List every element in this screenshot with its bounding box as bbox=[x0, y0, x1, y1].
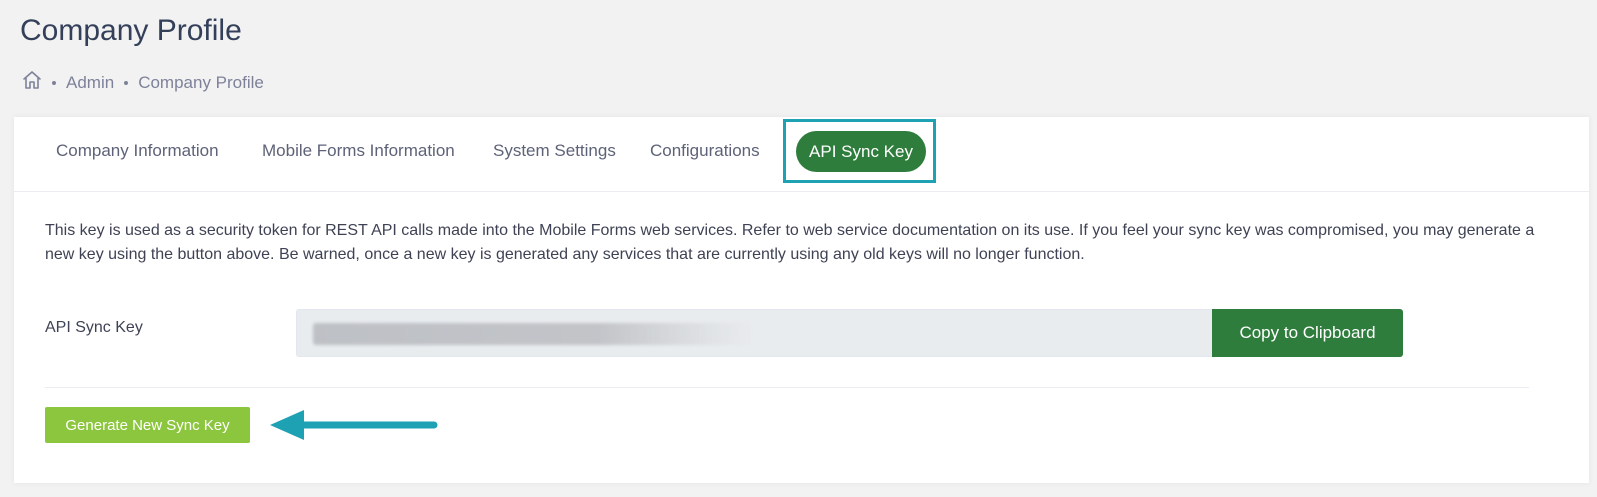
api-sync-key-label: API Sync Key bbox=[45, 319, 143, 336]
breadcrumb-company-profile: Company Profile bbox=[138, 72, 264, 92]
breadcrumb-separator bbox=[124, 80, 129, 85]
page-title: Company Profile bbox=[20, 14, 242, 47]
divider bbox=[45, 387, 1529, 388]
home-icon[interactable] bbox=[22, 70, 42, 95]
tab-company-information[interactable]: Company Information bbox=[56, 141, 219, 161]
tab-configurations[interactable]: Configurations bbox=[650, 141, 760, 161]
tab-system-settings[interactable]: System Settings bbox=[493, 141, 616, 161]
copy-to-clipboard-button[interactable]: Copy to Clipboard bbox=[1212, 309, 1403, 357]
api-key-description: This key is used as a security token for… bbox=[45, 222, 1535, 263]
tab-mobile-forms-information[interactable]: Mobile Forms Information bbox=[262, 141, 455, 161]
tab-api-sync-key[interactable]: API Sync Key bbox=[796, 131, 926, 172]
redacted-key-value bbox=[313, 323, 753, 345]
breadcrumb-separator bbox=[52, 80, 56, 85]
breadcrumb-admin[interactable]: Admin bbox=[66, 73, 114, 93]
breadcrumb: Admin Company Profile bbox=[22, 70, 264, 95]
arrow-left-icon bbox=[270, 410, 438, 440]
generate-new-sync-key-button[interactable]: Generate New Sync Key bbox=[45, 407, 250, 443]
profile-card: Company Information Mobile Forms Informa… bbox=[14, 117, 1589, 483]
api-sync-key-input[interactable] bbox=[296, 309, 1214, 357]
tab-bar: Company Information Mobile Forms Informa… bbox=[14, 117, 1589, 192]
